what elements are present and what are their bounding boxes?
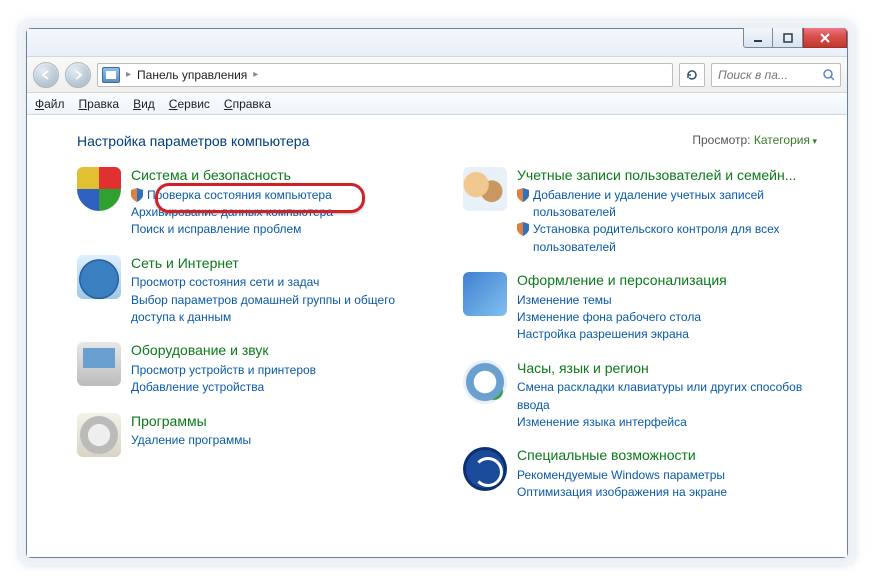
search-icon [822, 68, 834, 82]
search-box[interactable] [711, 63, 841, 87]
control-panel-window: ▸ Панель управления ▸ Файл Правка Вид Се… [26, 28, 848, 558]
category-title[interactable]: Специальные возможности [517, 447, 821, 465]
hw-icon [77, 342, 121, 386]
category-sublink[interactable]: Удаление программы [131, 432, 435, 449]
search-input[interactable] [718, 68, 818, 82]
category-sublink[interactable]: Поиск и исправление проблем [131, 221, 435, 238]
breadcrumb-label[interactable]: Панель управления [137, 68, 247, 82]
category-sublink[interactable]: Выбор параметров домашней группы и общег… [131, 292, 435, 327]
category-sublink[interactable]: Добавление устройства [131, 379, 435, 396]
breadcrumb-sep-icon: ▸ [126, 69, 131, 80]
menubar: Файл Правка Вид Сервис Справка [27, 93, 847, 115]
category-sublink[interactable]: Добавление и удаление учетных записей по… [517, 187, 821, 222]
titlebar[interactable] [27, 29, 847, 57]
address-bar[interactable]: ▸ Панель управления ▸ [97, 63, 673, 87]
category-sublink[interactable]: Изменение темы [517, 292, 821, 309]
category-title[interactable]: Часы, язык и регион [517, 360, 821, 378]
menu-view[interactable]: Вид [133, 97, 155, 111]
category-sublink[interactable]: Рекомендуемые Windows параметры [517, 467, 821, 484]
view-value[interactable]: Категория [754, 133, 817, 147]
category-sublink[interactable]: Просмотр устройств и принтеров [131, 362, 435, 379]
category-sublink[interactable]: Установка родительского контроля для все… [517, 221, 821, 256]
back-button[interactable] [33, 62, 59, 88]
category-block: Система и безопасность Проверка состояния… [77, 167, 435, 239]
category-title[interactable]: Система и безопасность [131, 167, 435, 185]
category-title[interactable]: Программы [131, 413, 435, 431]
minimize-button[interactable] [743, 28, 773, 48]
category-sublink[interactable]: Просмотр состояния сети и задач [131, 274, 435, 291]
category-sublink[interactable]: Изменение языка интерфейса [517, 414, 821, 431]
menu-edit[interactable]: Правка [79, 97, 120, 111]
prog-icon [77, 413, 121, 457]
forward-button[interactable] [65, 62, 91, 88]
category-sublink[interactable]: Смена раскладки клавиатуры или других сп… [517, 379, 821, 414]
menu-tools[interactable]: Сервис [169, 97, 210, 111]
category-block: Специальные возможности Рекомендуемые Win… [463, 447, 821, 501]
close-button[interactable] [803, 28, 847, 48]
acc-icon [463, 447, 507, 491]
sec-icon [77, 167, 121, 211]
menu-help[interactable]: Справка [224, 97, 271, 111]
category-title[interactable]: Сеть и Интернет [131, 255, 435, 273]
category-title[interactable]: Учетные записи пользователей и семейн... [517, 167, 821, 185]
category-block: Часы, язык и регионСмена раскладки клави… [463, 360, 821, 432]
category-block: ПрограммыУдаление программы [77, 413, 435, 457]
maximize-button[interactable] [773, 28, 803, 48]
category-sublink[interactable]: Проверка состояния компьютера [131, 187, 435, 204]
app-icon [463, 272, 507, 316]
refresh-button[interactable] [679, 63, 705, 87]
navbar: ▸ Панель управления ▸ [27, 57, 847, 93]
view-selector[interactable]: Просмотр: Категория [692, 133, 817, 147]
category-block: Оборудование и звук Просмотр устройств и … [77, 342, 435, 396]
category-block: Сеть и ИнтернетПросмотр состояния сети и… [77, 255, 435, 327]
category-sublink[interactable]: Изменение фона рабочего стола [517, 309, 821, 326]
category-block: Оформление и персонализация Изменение тем… [463, 272, 821, 344]
menu-file[interactable]: Файл [35, 97, 65, 111]
shield-icon [517, 188, 529, 202]
category-title[interactable]: Оборудование и звук [131, 342, 435, 360]
category-sublink[interactable]: Настройка разрешения экрана [517, 326, 821, 343]
clk-icon [463, 360, 507, 404]
category-sublink[interactable]: Архивирование данных компьютера [131, 204, 435, 221]
category-title[interactable]: Оформление и персонализация [517, 272, 821, 290]
content-area: Настройка параметров компьютера Просмотр… [27, 115, 847, 557]
breadcrumb-sep-icon: ▸ [253, 69, 258, 80]
control-panel-icon [102, 67, 120, 83]
shield-icon [517, 222, 529, 236]
category-block: Учетные записи пользователей и семейн...… [463, 167, 821, 256]
user-icon [463, 167, 507, 211]
shield-icon [131, 188, 143, 202]
category-sublink[interactable]: Оптимизация изображения на экране [517, 484, 821, 501]
net-icon [77, 255, 121, 299]
